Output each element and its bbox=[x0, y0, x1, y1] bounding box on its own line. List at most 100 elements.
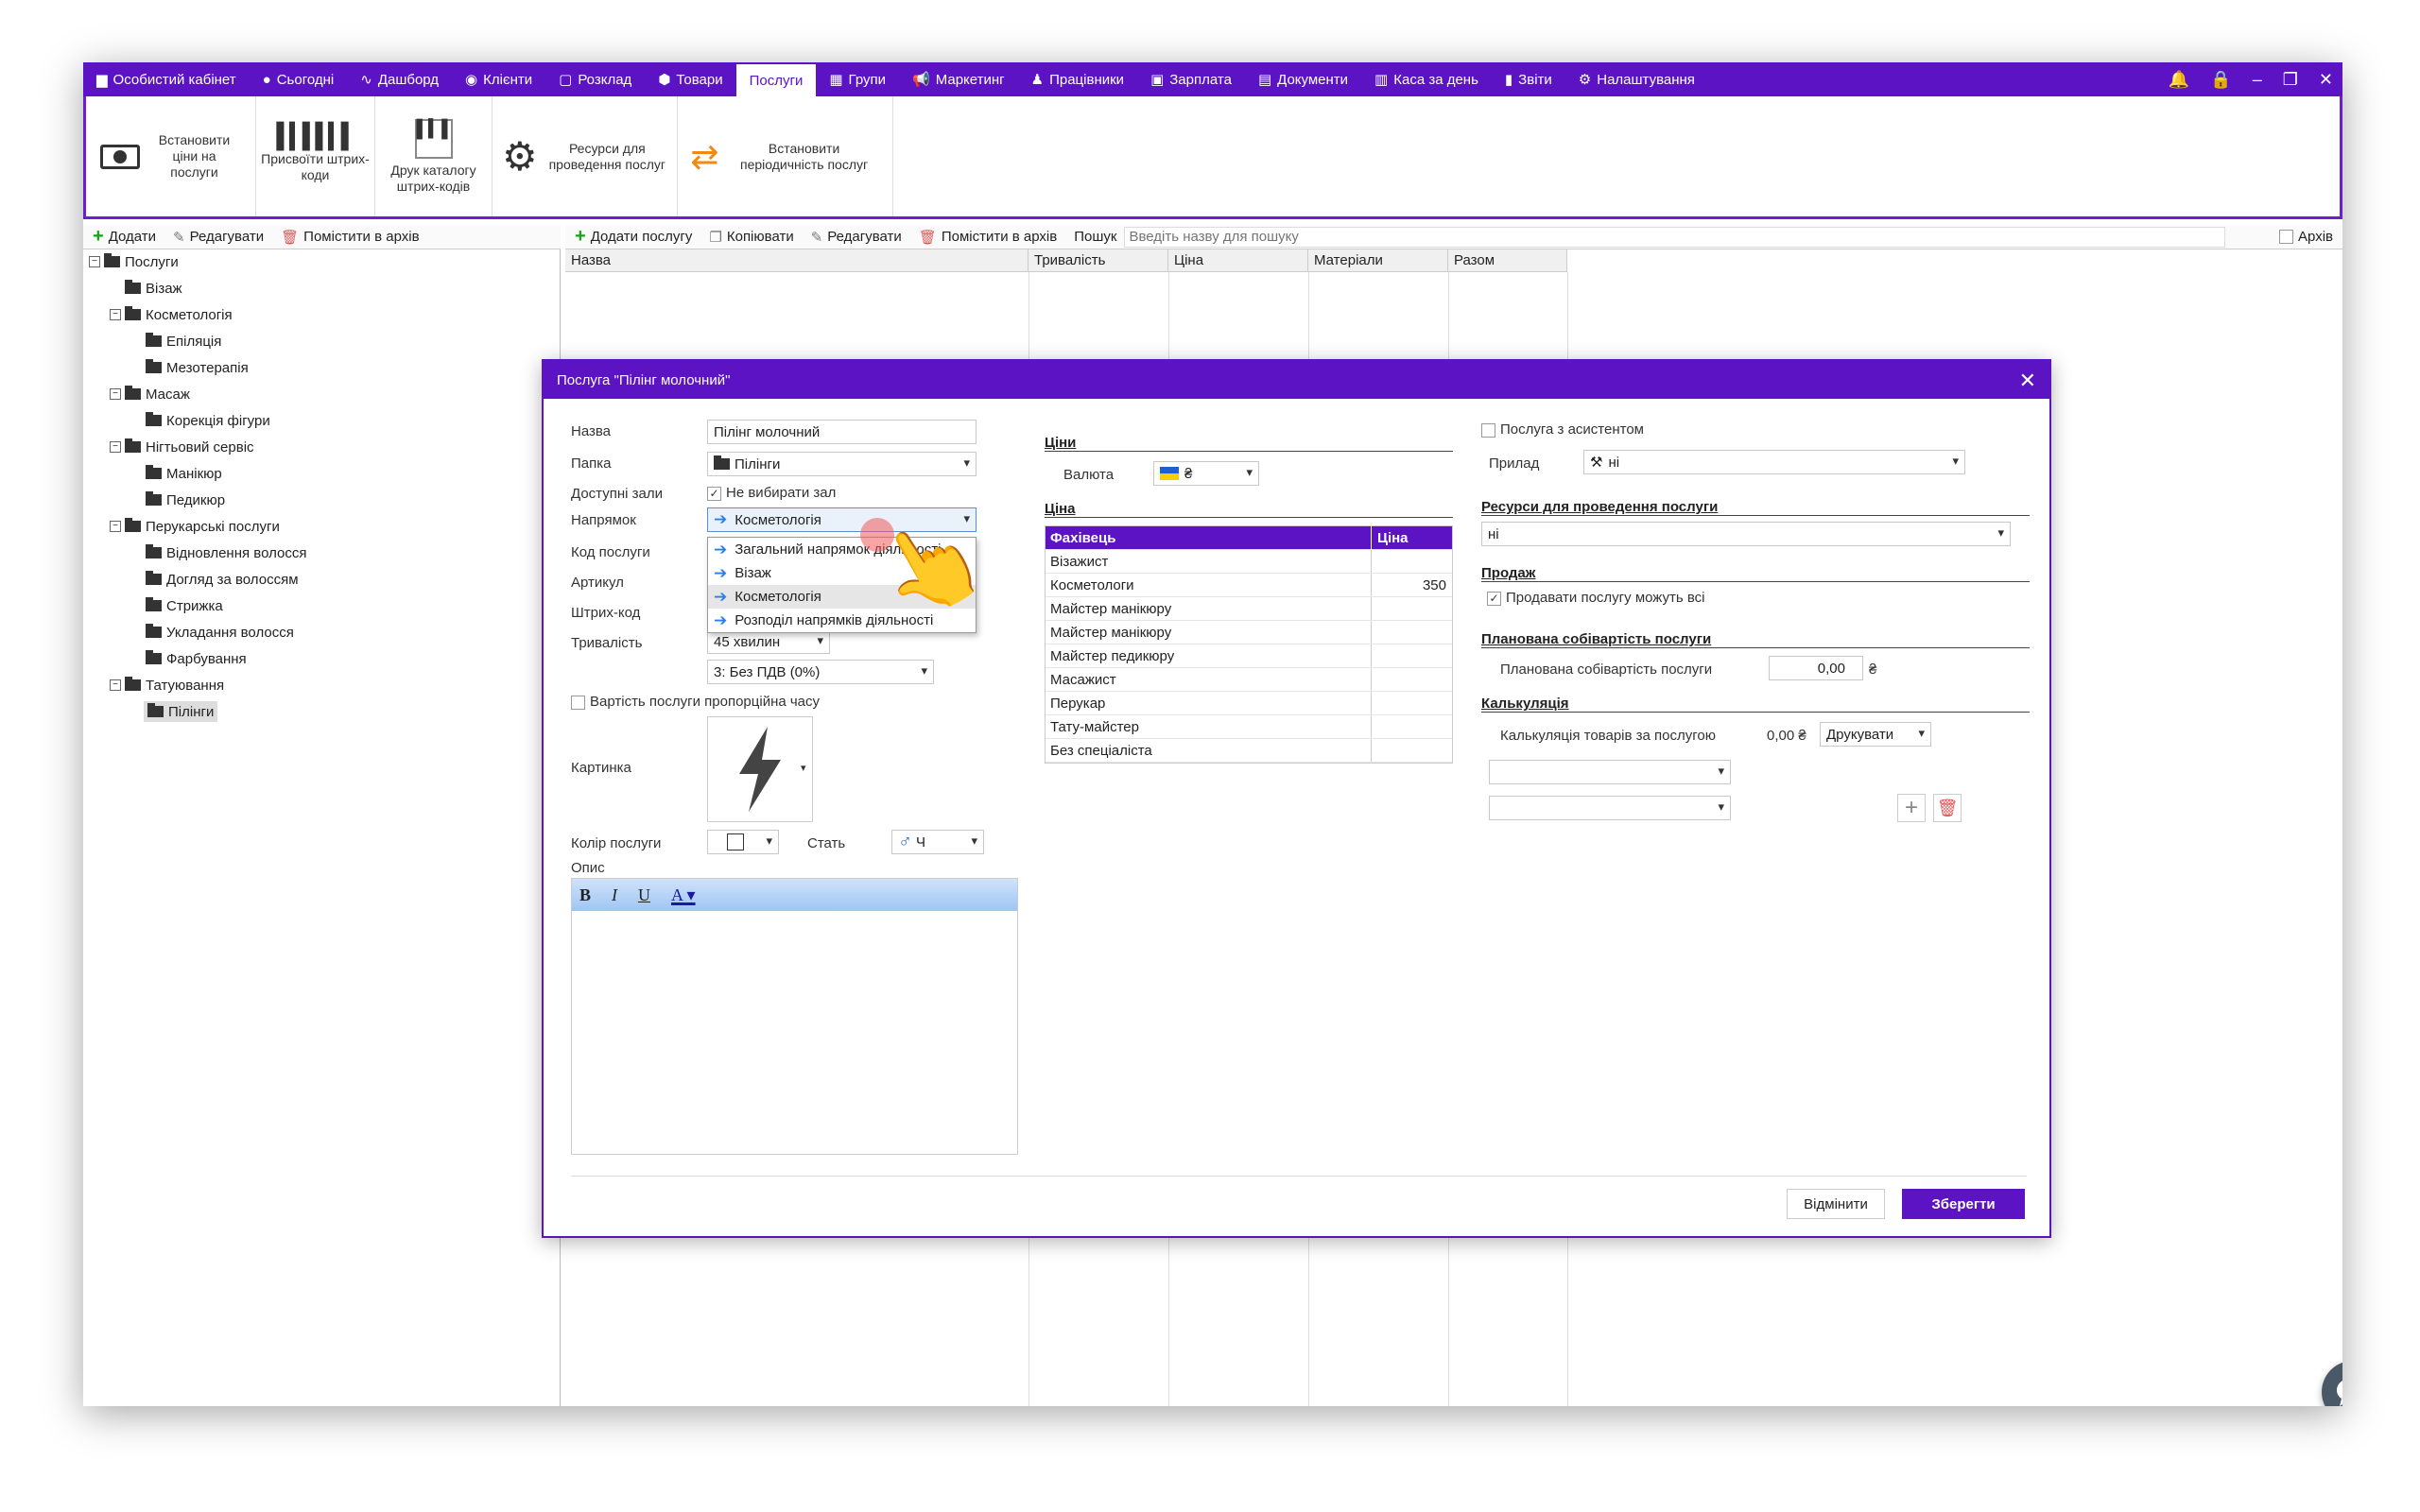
tree-item[interactable]: Фарбування bbox=[146, 648, 247, 669]
font-color-icon[interactable]: A ▾ bbox=[671, 885, 696, 905]
assistant-checkbox[interactable]: Послуга з асистентом bbox=[1481, 421, 1644, 438]
tab-6[interactable]: Послуги bbox=[735, 62, 817, 96]
bold-icon[interactable]: B bbox=[579, 885, 591, 905]
tab-13[interactable]: ▮ Звіти bbox=[1492, 62, 1565, 96]
grid-row[interactable]: Майстер педикюру bbox=[1046, 644, 1452, 668]
tree-item[interactable]: Візаж bbox=[125, 278, 182, 299]
tab-9[interactable]: ♟ Працівники bbox=[1018, 62, 1137, 96]
folder-select[interactable]: Пілінги bbox=[707, 452, 977, 476]
tree-item[interactable]: − Масаж bbox=[110, 384, 190, 404]
copy-button[interactable]: ❐ Копіювати bbox=[709, 229, 793, 246]
underline-icon[interactable]: U bbox=[638, 885, 650, 905]
arrow-right-icon: ➔ bbox=[714, 610, 728, 629]
tree-edit-button[interactable]: ✎ Редагувати bbox=[173, 229, 264, 246]
grid-row[interactable]: Майстер манікюру bbox=[1046, 597, 1452, 621]
tree-item[interactable]: Епіляція bbox=[146, 331, 221, 352]
tree-item[interactable]: Укладання волосся bbox=[146, 622, 294, 643]
grid-cell-price[interactable]: 350 bbox=[1372, 577, 1452, 593]
tree-item[interactable]: Педикюр bbox=[146, 490, 225, 510]
picture-box[interactable] bbox=[707, 716, 813, 822]
tab-14[interactable]: ⚙ Налаштування bbox=[1565, 62, 1708, 96]
tab-0[interactable]: ▆ Особистий кабінет bbox=[83, 62, 250, 96]
cancel-button[interactable]: Відмінити bbox=[1787, 1189, 1885, 1219]
gender-select[interactable]: ♂ Ч bbox=[891, 830, 984, 854]
grid-row[interactable]: Тату-майстер bbox=[1046, 715, 1452, 739]
planned-input[interactable]: 0,00 bbox=[1769, 656, 1863, 680]
lock-icon[interactable]: 🔒 bbox=[2210, 70, 2231, 90]
resources-button[interactable]: ⚙ Ресурси для проведення послуг bbox=[493, 96, 678, 216]
color-select[interactable] bbox=[707, 830, 779, 854]
archive-checkbox[interactable]: Архів bbox=[2279, 229, 2333, 245]
tree-item[interactable]: Стрижка bbox=[146, 595, 223, 616]
tree-item[interactable]: Мезотерапія bbox=[146, 357, 249, 378]
proportional-checkbox[interactable]: Вартість послуги пропорційна часу bbox=[571, 694, 820, 710]
tab-2[interactable]: ∿ Дашборд bbox=[347, 62, 452, 96]
close-icon[interactable]: ✕ bbox=[2319, 70, 2333, 90]
tree-archive-button[interactable]: 🗑 Помістити в архів bbox=[281, 229, 419, 246]
tab-8[interactable]: 📢 Маркетинг bbox=[899, 62, 1018, 96]
grid-row[interactable]: Перукар bbox=[1046, 692, 1452, 715]
tab-7[interactable]: ▦ Групи bbox=[816, 62, 899, 96]
tree-item[interactable]: − Нігтьовий сервіс bbox=[110, 437, 254, 457]
picture-dropdown-icon[interactable]: ▾ bbox=[801, 762, 806, 774]
close-icon[interactable]: ✕ bbox=[2019, 369, 2036, 393]
add-calc-icon[interactable]: + bbox=[1897, 794, 1926, 822]
tree-item[interactable]: − Перукарські послуги bbox=[110, 516, 280, 537]
tab-4[interactable]: ▢ Розклад bbox=[545, 62, 645, 96]
assign-barcodes-button[interactable]: ▌▍▌▌▍▌ Присвоїти штрих-коди bbox=[256, 96, 375, 216]
print-select[interactable]: Друкувати bbox=[1820, 722, 1931, 747]
tree-label: Відновлення волосся bbox=[166, 544, 307, 561]
tree-item[interactable]: − Татуювання bbox=[110, 675, 224, 696]
grid-row[interactable]: Візажист bbox=[1046, 550, 1452, 574]
calc-item-select-1[interactable] bbox=[1489, 760, 1731, 784]
delete-calc-icon[interactable]: 🗑 bbox=[1933, 794, 1962, 822]
tree-item[interactable]: Відновлення волосся bbox=[146, 542, 307, 563]
tree-add-label: Додати bbox=[108, 229, 157, 245]
halls-checkbox[interactable]: ✓ Не вибирати зал bbox=[707, 485, 836, 501]
periodicity-button[interactable]: ⇄ Встановити періодичність послуг bbox=[678, 96, 893, 216]
italic-icon[interactable]: I bbox=[612, 885, 617, 905]
col-materials[interactable]: Матеріали bbox=[1308, 249, 1448, 271]
sales-checkbox[interactable]: ✓ Продавати послугу можуть всі bbox=[1487, 590, 1705, 606]
tab-12[interactable]: ▥ Каса за день bbox=[1361, 62, 1492, 96]
grid-row[interactable]: Масажист bbox=[1046, 668, 1452, 692]
col-name[interactable]: Назва bbox=[565, 249, 1028, 271]
cabinet-icon: ▆ bbox=[96, 72, 108, 88]
save-button[interactable]: Зберегти bbox=[1902, 1189, 2025, 1219]
calc-item-select-2[interactable] bbox=[1489, 796, 1731, 820]
grid-row[interactable]: Косметологи 350 bbox=[1046, 574, 1452, 597]
add-service-button[interactable]: + Додати послугу bbox=[575, 226, 692, 248]
tree-item[interactable]: − Косметологія bbox=[110, 304, 233, 325]
resources-select[interactable]: ні bbox=[1481, 522, 2011, 546]
edit-button[interactable]: ✎ Редагувати bbox=[811, 229, 902, 246]
currency-select[interactable]: ₴ bbox=[1153, 461, 1259, 486]
tree-add-button[interactable]: + Додати bbox=[93, 226, 156, 248]
tab-5[interactable]: ⬢ Товари bbox=[645, 62, 735, 96]
tree-item[interactable]: Корекція фігури bbox=[146, 410, 270, 431]
tab-1[interactable]: ● Сьогодні bbox=[250, 62, 348, 96]
tree-item[interactable]: Догляд за волоссям bbox=[146, 569, 299, 590]
vat-select[interactable]: 3: Без ПДВ (0%) bbox=[707, 660, 934, 684]
tab-10[interactable]: ▣ Зарплата bbox=[1137, 62, 1245, 96]
col-price[interactable]: Ціна bbox=[1168, 249, 1308, 271]
grid-row[interactable]: Майстер манікюру bbox=[1046, 621, 1452, 644]
tree-item-root[interactable]: − Послуги bbox=[89, 251, 179, 272]
tree-item-selected[interactable]: Пілінги bbox=[144, 701, 218, 722]
description-editor[interactable]: B I U A ▾ bbox=[571, 878, 1018, 1155]
device-select[interactable]: ⚒ ні bbox=[1583, 450, 1965, 474]
tab-label: Налаштування bbox=[1597, 71, 1695, 88]
search-input[interactable] bbox=[1124, 226, 2226, 248]
print-catalog-button[interactable]: ▌▍▌ Друк каталогу штрих-кодів bbox=[375, 96, 493, 216]
archive-button[interactable]: 🗑 Помістити в архів bbox=[919, 229, 1057, 246]
minimize-icon[interactable]: – bbox=[2253, 70, 2262, 90]
tab-3[interactable]: ◉ Клієнти bbox=[452, 62, 545, 96]
tab-11[interactable]: ▤ Документи bbox=[1245, 62, 1361, 96]
grid-row[interactable]: Без спеціаліста bbox=[1046, 739, 1452, 763]
col-duration[interactable]: Тривалість bbox=[1028, 249, 1168, 271]
tree-item[interactable]: Манікюр bbox=[146, 463, 222, 484]
name-field[interactable]: Пілінг молочний bbox=[707, 420, 977, 444]
restore-icon[interactable]: ❐ bbox=[2283, 70, 2298, 90]
set-prices-button[interactable]: Встановити ціни на послуги bbox=[86, 96, 256, 216]
col-total[interactable]: Разом bbox=[1448, 249, 1567, 271]
bell-icon[interactable]: 🔔 bbox=[2169, 70, 2189, 90]
